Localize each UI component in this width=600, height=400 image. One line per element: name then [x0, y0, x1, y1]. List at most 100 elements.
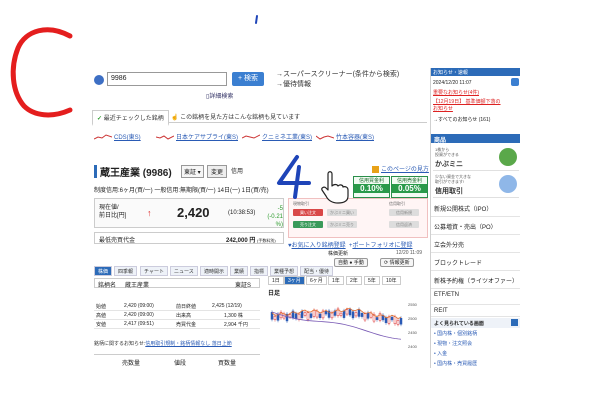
info-tabs: 株価 四季報 チャート ニュース 適時開示 業績 指標 業種予想 配当・優待	[94, 266, 424, 276]
table-row: 始値 2,420 (09:00) 前日終値 2,425 (12/19)	[94, 302, 260, 311]
change-button[interactable]: 変更	[207, 165, 228, 178]
period-tab[interactable]: 10年	[382, 276, 401, 285]
suggest-item[interactable]: クニミネ工業(東S)	[242, 132, 312, 141]
up-arrow-icon: ↑	[147, 208, 152, 218]
often-link[interactable]: • 入金	[434, 350, 447, 357]
news-header: お知らせ・速報	[431, 68, 520, 76]
detail-search-link[interactable]: ▯詳細検索	[206, 91, 233, 100]
menu-reit[interactable]: REIT	[431, 303, 520, 317]
credit-new-button[interactable]: 信用新規	[389, 209, 419, 216]
search-input[interactable]: 9986	[107, 72, 227, 86]
candle	[339, 312, 343, 316]
period-tab[interactable]: 5年	[364, 276, 380, 285]
candle	[387, 316, 391, 324]
tab-chart[interactable]: チャート	[140, 266, 168, 276]
price-diff: -5 (-0.21 %)	[267, 206, 283, 228]
news-time: 2024/12/20 11:07	[433, 80, 472, 86]
candle	[375, 317, 379, 320]
tab-disclosure[interactable]: 適時開示	[200, 266, 229, 276]
table-row: 高値 2,420 (09:00) 出来高 1,300 株	[94, 311, 260, 320]
candle	[384, 317, 388, 324]
credit-rates: 信用買金利 0.10% 信用売金利 0.05%	[353, 176, 428, 198]
suggest-item[interactable]: 竹本容器(東S)	[316, 132, 374, 141]
period-tab[interactable]: 2年	[346, 276, 362, 285]
sparkline-icon	[316, 135, 334, 140]
candle	[303, 312, 307, 316]
title-accent	[94, 165, 97, 178]
often-link[interactable]: • 国内株・個別銘柄	[434, 330, 477, 337]
products-header: 商品	[431, 134, 520, 144]
special-link[interactable]: →優待情報	[276, 80, 426, 90]
mascot-icon	[499, 175, 517, 193]
credit-system: 制度信用:6ヶ月(買/一) 一般信用:無期限(買/一) 14日(一) 1日(買/…	[94, 188, 269, 194]
tab-shikiho[interactable]: 四季報	[114, 266, 138, 276]
suggest-item[interactable]: CDS(東S)	[94, 132, 141, 141]
tab-results[interactable]: 業績	[230, 266, 249, 276]
refresh-icon[interactable]	[511, 78, 519, 86]
candle	[393, 316, 397, 324]
tab-price[interactable]: 株価	[94, 266, 113, 276]
sell-rate-badge[interactable]: 信用売金利 0.05%	[391, 176, 428, 198]
important-news-link[interactable]: 重要なお知らせ(4件)	[433, 89, 479, 96]
mini-sell-button[interactable]: かぶミニ売り	[327, 221, 357, 228]
period-tab[interactable]: 1年	[328, 276, 344, 285]
buy-rate-badge[interactable]: 信用買金利 0.10%	[353, 176, 390, 198]
price-table: 始値 2,420 (09:00) 前日終値 2,425 (12/19) 高値 2,420…	[94, 302, 260, 329]
candle	[318, 313, 322, 319]
screener-link[interactable]: →スーパースクリーナー(条件から検索)	[276, 70, 426, 80]
candle	[357, 309, 361, 317]
search-icon	[94, 75, 104, 85]
blue-pen-dot	[254, 10, 260, 29]
sell-order-button[interactable]: 売り注文	[293, 221, 323, 228]
page-help-link[interactable]: このページの見方	[372, 164, 429, 173]
all-news-link[interactable]: →すべてのお知らせ (161)	[433, 116, 490, 123]
menu-ipo[interactable]: 新規公開株式（IPO）	[431, 199, 520, 217]
credit-close-button[interactable]: 信用返済	[389, 221, 419, 228]
add-portfolio-link[interactable]: +ポートフォリオに登録	[349, 243, 413, 249]
candle	[354, 312, 358, 317]
often-link[interactable]: • 国内株・売買履歴	[434, 360, 477, 367]
period-tab[interactable]: 3ヶ月	[284, 276, 305, 285]
candle	[324, 310, 328, 315]
screenshot-panel: 9986 + 検索 ▯詳細検索 →スーパースクリーナー(条件から検索) →優待情…	[88, 68, 520, 368]
current-price: 2,420	[177, 205, 210, 220]
tab-suggest[interactable]: ☝ この銘柄を見た方はこんな銘柄も見ています	[167, 110, 304, 123]
tab-sector[interactable]: 業種予想	[270, 266, 299, 276]
buy-order-button[interactable]: 買い注文	[293, 209, 323, 216]
often-link[interactable]: • 現物・注文照会	[434, 340, 472, 347]
period-tab[interactable]: 6ヶ月	[306, 276, 327, 285]
price-details: 銘柄名 蔵王産業 東証S 始値 2,420 (09:00) 前日終値 2,425 (1…	[94, 276, 260, 368]
period-tab[interactable]: 1日	[268, 276, 284, 285]
menu-offfloor[interactable]: 立会外分売	[431, 235, 520, 253]
candle	[366, 312, 370, 319]
order-links: ♥お気に入り銘柄登録 +ポートフォリオに登録	[288, 240, 412, 249]
stock-header: 蔵王産業 (9986) 東証 ▾ 変更 信用	[94, 164, 289, 182]
candle	[360, 313, 364, 317]
suggest-item[interactable]: 日本ケアサプライ(東S)	[156, 132, 238, 141]
candle	[309, 313, 313, 318]
moving-average-line	[271, 311, 402, 340]
collapse-icon[interactable]	[511, 319, 518, 326]
table-row: 安値 2,417 (09:51) 売買代金 2,904 千円	[94, 320, 260, 329]
candlestick-area[interactable]	[268, 298, 406, 362]
moving-average-line	[271, 307, 402, 319]
kabumini-banner[interactable]: 1株から 投資ができる かぶミニ	[433, 145, 519, 171]
add-favorite-link[interactable]: ♥お気に入り銘柄登録	[288, 243, 346, 249]
candle	[345, 309, 349, 315]
tab-news[interactable]: ニュース	[170, 266, 198, 276]
news-link-cont[interactable]: お知らせ	[433, 105, 453, 112]
candle	[306, 312, 310, 320]
margin-banner[interactable]: 少ない資金で大きな 取引ができます! 信用取引	[433, 172, 519, 198]
menu-block[interactable]: ブロックトレード	[431, 253, 520, 271]
news-link[interactable]: 【12月19日】 基準価額下落の	[433, 98, 501, 105]
tab-index[interactable]: 指標	[250, 266, 269, 276]
candle	[348, 309, 352, 316]
tab-dividend[interactable]: 配当・優待	[300, 266, 334, 276]
menu-po[interactable]: 公募増資・売出（PO）	[431, 217, 520, 235]
exchange-select[interactable]: 東証 ▾	[181, 165, 204, 178]
search-button[interactable]: + 検索	[232, 72, 264, 86]
mini-buy-button[interactable]: かぶミニ買い	[327, 209, 357, 216]
tab-recent[interactable]: ✓ 最近チェックした銘柄	[92, 110, 169, 126]
stock-notice[interactable]: 銘柄に関するお知らせ:信用取引規制・銘柄情報なし 落日上節	[94, 340, 232, 347]
help-icon	[372, 165, 379, 173]
